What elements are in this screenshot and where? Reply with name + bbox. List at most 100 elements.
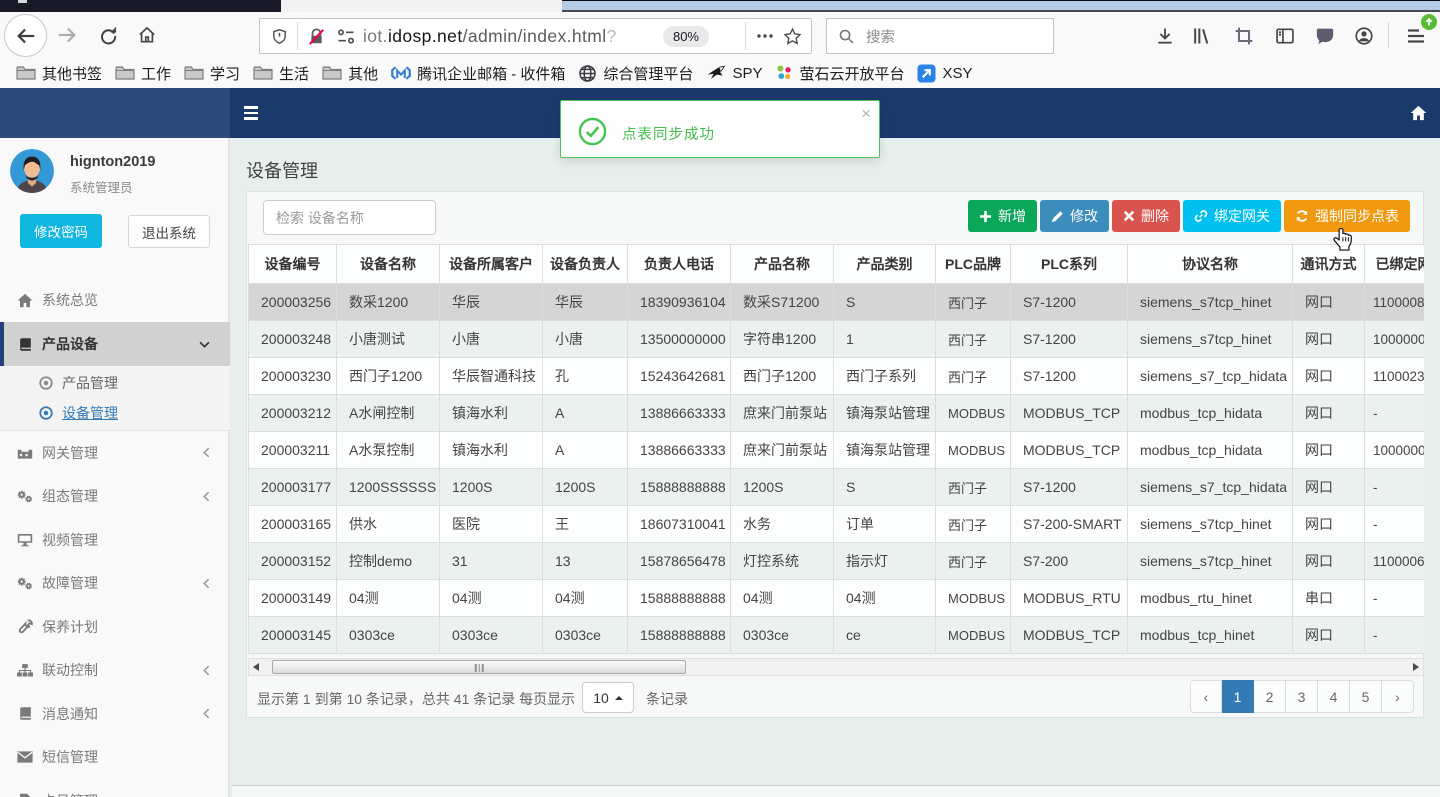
menu-item-config[interactable]: 组态管理 <box>0 475 230 519</box>
col-device-name[interactable]: 设备名称 <box>336 244 440 284</box>
bookmark-other[interactable]: 其他书签 <box>16 63 102 84</box>
edit-button[interactable]: 修改 <box>1040 200 1109 232</box>
col-plc-brand[interactable]: PLC品牌 <box>935 244 1011 284</box>
envelope-icon <box>17 749 33 765</box>
table-cell: 孔 <box>542 357 628 395</box>
table-row[interactable]: 200003211 A水泵控制 镇海水利 A 13886663333 庶来门前泵站 镇海泵站… <box>248 431 1424 469</box>
table-row[interactable]: 200003177 1200SSSSSS 1200S 1200S 15888888888… <box>248 468 1424 506</box>
page-button-4[interactable]: 4 <box>1318 680 1350 713</box>
sidebars-icon[interactable] <box>1269 20 1301 52</box>
screenshot-icon[interactable] <box>1228 20 1260 52</box>
update-badge-icon <box>1421 14 1437 30</box>
scrollbar-thumb[interactable] <box>272 660 686 674</box>
menu-item-video[interactable]: 视频管理 <box>0 518 230 562</box>
table-cell: 指示灯 <box>833 542 936 580</box>
downloads-icon[interactable] <box>1149 20 1181 52</box>
browser-home-button[interactable] <box>132 12 162 58</box>
insecure-lock-icon[interactable] <box>302 27 331 46</box>
table-cell: 04测 <box>439 579 543 617</box>
bookmark-star-icon[interactable] <box>778 27 807 46</box>
device-search-input[interactable] <box>263 200 436 235</box>
table-row[interactable]: 200003152 控制demo 31 13 15878656478 灯控系统 指示灯 西门子… <box>248 542 1424 580</box>
toast-close-button[interactable]: × <box>861 105 871 122</box>
library-icon[interactable] <box>1185 20 1217 52</box>
table-cell: 0303ce <box>336 616 440 654</box>
bookmark-misc[interactable]: 其他 <box>322 63 378 84</box>
change-password-button[interactable]: 修改密码 <box>20 214 102 248</box>
col-product-type[interactable]: 产品类别 <box>833 244 936 284</box>
col-protocol[interactable]: 协议名称 <box>1127 244 1293 284</box>
sidebar-toggle-button[interactable] <box>237 99 265 127</box>
page-actions-icon[interactable] <box>752 34 778 38</box>
logout-button[interactable]: 退出系统 <box>128 215 210 248</box>
menu-item-maintenance[interactable]: 保养计划 <box>0 605 230 649</box>
account-icon[interactable] <box>1348 20 1380 52</box>
pencil-icon <box>1051 210 1063 222</box>
table-cell: 04测 <box>730 579 834 617</box>
bookmark-xsy[interactable]: XSY <box>917 63 973 83</box>
app-home-button[interactable] <box>1402 97 1434 129</box>
bookmark-exmail[interactable]: 腾讯企业邮箱 - 收件箱 <box>391 63 565 84</box>
avatar <box>10 149 54 193</box>
add-button[interactable]: 新增 <box>968 200 1037 232</box>
table-row[interactable]: 200003149 04测 04测 04测 15888888888 04测 04测 MODBU… <box>248 579 1424 617</box>
page-size-dropdown[interactable]: 10 <box>582 682 634 713</box>
permissions-icon[interactable] <box>331 28 361 45</box>
table-row[interactable]: 200003165 供水 医院王 18607310041 水务 订单 西门子 S7-200-S… <box>248 505 1424 543</box>
scroll-right-arrow[interactable] <box>1409 659 1423 675</box>
col-product-name[interactable]: 产品名称 <box>730 244 834 284</box>
submenu-item-device-mgmt[interactable]: 设备管理 <box>0 398 230 428</box>
menu-item-linkage[interactable]: 联动控制 <box>0 649 230 693</box>
forward-button[interactable] <box>52 12 82 58</box>
zoom-indicator[interactable]: 80% <box>662 25 709 47</box>
bookmark-spy[interactable]: SPY <box>706 64 762 82</box>
table-row[interactable]: 200003230 西门子1200 华辰智通科技孔 15243642681 西门子120… <box>248 357 1424 395</box>
bookmark-study[interactable]: 学习 <box>184 63 240 84</box>
table-row[interactable]: 200003145 0303ce 0303ce 0303ce 15888888888 03… <box>248 616 1424 654</box>
menu-item-fault[interactable]: 故障管理 <box>0 562 230 606</box>
table-row[interactable]: 200003212 A水闸控制 镇海水利 A 13886663333 庶来门前泵站 镇海泵站… <box>248 394 1424 432</box>
reload-button[interactable] <box>93 12 123 58</box>
menu-item-simcard[interactable]: 卡号管理 <box>0 779 230 797</box>
back-button[interactable] <box>4 14 47 57</box>
page-button-1[interactable]: 1 <box>1222 680 1254 713</box>
col-bound-gateway[interactable]: 已绑定网关 <box>1364 244 1424 284</box>
url-bar[interactable]: iot.idosp.net/admin/index.html? 80% <box>259 18 812 54</box>
menu-item-sms[interactable]: 短信管理 <box>0 736 230 780</box>
folder-icon <box>253 65 273 81</box>
col-owner[interactable]: 设备负责人 <box>542 244 628 284</box>
table-row[interactable]: 200003256 数采1200 华辰 华辰 18390936104 数采S71200 S 西… <box>248 283 1424 321</box>
delete-button[interactable]: 删除 <box>1112 200 1180 232</box>
table-body: 200003256 数采1200 华辰 华辰 18390936104 数采S71200 S 西… <box>248 283 1424 654</box>
col-device-id[interactable]: 设备编号 <box>248 244 337 284</box>
bookmark-label: XSY <box>942 64 973 82</box>
page-button-3[interactable]: 3 <box>1286 680 1318 713</box>
scroll-left-arrow[interactable] <box>249 659 263 675</box>
menu-item-product-device[interactable]: 产品设备 <box>0 322 230 366</box>
submenu-item-product-mgmt[interactable]: 产品管理 <box>0 368 230 398</box>
page-button-5[interactable]: 5 <box>1350 680 1382 713</box>
bookmark-mgmt-platform[interactable]: 综合管理平台 <box>578 63 693 84</box>
col-customer[interactable]: 设备所属客户 <box>439 244 543 284</box>
table-cell: S <box>833 283 936 321</box>
col-phone[interactable]: 负责人电话 <box>627 244 731 284</box>
bookmark-ys7[interactable]: 萤石云开放平台 <box>775 63 904 84</box>
pagination-summary-suffix: 条记录 <box>646 691 688 707</box>
bookmark-work[interactable]: 工作 <box>115 63 171 84</box>
horizontal-scrollbar[interactable] <box>248 658 1424 676</box>
menu-item-notice[interactable]: 消息通知 <box>0 692 230 736</box>
search-bar[interactable]: 搜索 <box>826 18 1054 54</box>
shield-icon[interactable] <box>266 27 293 46</box>
page-button-2[interactable]: 2 <box>1254 680 1286 713</box>
col-plc-series[interactable]: PLC系列 <box>1010 244 1128 284</box>
bind-gateway-button[interactable]: 绑定网关 <box>1183 200 1281 232</box>
table-row[interactable]: 200003248 小唐测试 小唐 小唐 13500000000 字符串1200 1 西门子 S… <box>248 320 1424 358</box>
prev-page-button[interactable]: ‹ <box>1190 680 1222 713</box>
menu-item-overview[interactable]: 系统总览 <box>0 278 230 322</box>
next-page-button[interactable]: › <box>1382 680 1414 713</box>
table-cell: 15243642681 <box>627 357 731 395</box>
table-cell: - <box>1364 616 1424 654</box>
menu-item-gateway[interactable]: 网关管理 <box>0 431 230 475</box>
bookmark-life[interactable]: 生活 <box>253 63 309 84</box>
pocket-icon[interactable] <box>1309 20 1341 52</box>
